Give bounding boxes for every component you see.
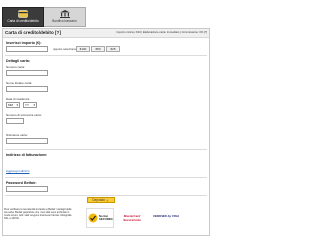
divider <box>5 55 207 56</box>
norton-secured-badge: Norton SECURED <box>86 208 114 228</box>
mastercard-securecode-badge: MasterCard SecureCode <box>118 208 146 228</box>
chevron-down-icon: ▾ <box>33 103 35 107</box>
amount-input[interactable] <box>6 46 48 52</box>
deposit-button[interactable]: Deposito 🔒 <box>87 197 115 203</box>
expiry-date-label: Data di scadenza: <box>6 97 31 101</box>
checkmark-icon <box>88 213 98 223</box>
security-number-input[interactable] <box>6 118 24 124</box>
tab-label: Bonifico bancario <box>52 19 77 23</box>
lock-icon: 🔒 <box>105 198 110 202</box>
card-number-input[interactable] <box>6 70 48 76</box>
expiry-year-select[interactable]: YY ▾ <box>23 102 37 108</box>
billing-address-title: Indirizzo di fatturazione: <box>6 153 48 157</box>
chevron-down-icon: ▾ <box>16 103 18 107</box>
add-address-link[interactable]: Aggiungi indirizzo <box>6 169 30 173</box>
verified-by-visa-badge: VERIFIED by VISA <box>152 208 180 228</box>
card-nickname-label: Nickname carta: <box>6 133 28 137</box>
amount-label: Inserisci importo (€): <box>6 41 42 45</box>
password-input[interactable] <box>6 186 48 192</box>
bank-icon <box>59 10 70 18</box>
divider <box>5 195 207 196</box>
card-details-title: Dettagli carta: <box>6 59 30 63</box>
deposit-limits-info: Importo minimo: €10 | Elaborazione carta… <box>116 31 207 34</box>
panel-header: Carta di credito/debito [?] Importo mini… <box>3 29 209 38</box>
tab-label: Carta di credito/debito <box>7 19 39 23</box>
expiry-month-select[interactable]: MM ▾ <box>6 102 20 108</box>
cardholder-name-label: Nome titolare carta: <box>6 81 33 85</box>
expiry-year-value: YY <box>25 103 30 107</box>
deposit-button-label: Deposito <box>92 198 105 202</box>
card-number-label: Numero carta: <box>6 65 26 69</box>
expiry-month-value: MM <box>8 103 13 107</box>
norton-label: Norton SECURED <box>99 214 113 222</box>
security-notice: Puoi verificare la tua identità inviando… <box>4 208 72 220</box>
mastercard-label: MasterCard SecureCode <box>123 214 141 222</box>
credit-card-icon <box>18 10 28 18</box>
tab-credit-debit-card[interactable]: Carta di credito/debito <box>2 7 44 27</box>
payment-method-tabs: Carta di credito/debito Bonifico bancari… <box>0 0 213 30</box>
panel-title: Carta di credito/debito [?] <box>5 30 61 35</box>
quick-amount-100-button[interactable]: €100 <box>76 46 90 52</box>
quick-amount-25-button[interactable]: €25 <box>106 46 120 52</box>
visa-label: VERIFIED by VISA <box>152 214 179 218</box>
quick-amount-50-button[interactable]: €50 <box>91 46 105 52</box>
quick-amount-label: oppure seleziona <box>53 47 76 51</box>
security-number-label: Numero di sicurezza carta: <box>6 113 42 117</box>
cardholder-name-input[interactable] <box>6 86 48 92</box>
divider <box>5 149 207 150</box>
card-nickname-input[interactable] <box>6 138 48 144</box>
deposit-form-panel: Carta di credito/debito [?] Importo mini… <box>2 28 210 236</box>
tab-bank-transfer[interactable]: Bonifico bancario <box>44 7 86 27</box>
divider <box>5 177 207 178</box>
password-label: Password Betfair: <box>6 181 37 185</box>
